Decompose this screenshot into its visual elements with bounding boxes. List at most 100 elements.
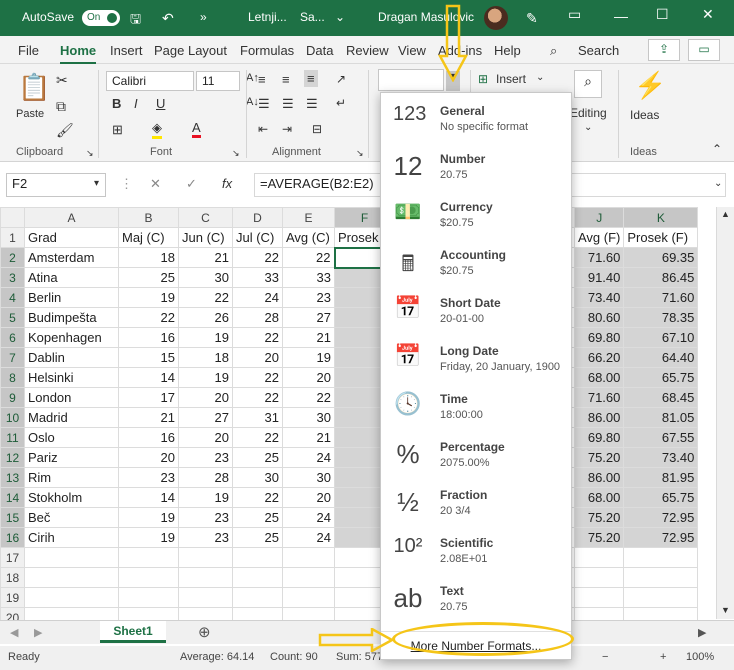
cell[interactable]: 24: [282, 527, 335, 548]
prev-sheet-icon[interactable]: ◀: [10, 626, 18, 639]
collapse-ribbon-icon[interactable]: ⌃: [712, 142, 722, 156]
minimize-icon[interactable]: —: [614, 8, 628, 24]
cell[interactable]: 19: [118, 287, 179, 308]
col-header-c[interactable]: C: [178, 207, 233, 228]
cell[interactable]: 73.40: [573, 287, 625, 308]
cell[interactable]: [623, 567, 699, 588]
row-header[interactable]: 4: [0, 287, 25, 308]
cell[interactable]: 81.95: [623, 467, 699, 488]
align-left-icon[interactable]: ☰: [258, 96, 270, 112]
tab-review[interactable]: Review: [346, 43, 389, 58]
cell[interactable]: [282, 547, 335, 568]
cell[interactable]: 14: [118, 487, 179, 508]
cell[interactable]: [118, 587, 179, 608]
vertical-scrollbar[interactable]: ▲ ▼: [716, 207, 734, 619]
row-header[interactable]: 15: [0, 507, 25, 528]
font-launcher-icon[interactable]: ↘: [232, 148, 240, 159]
col-header-j[interactable]: J: [573, 207, 625, 228]
row-header[interactable]: 16: [0, 527, 25, 548]
increase-indent-icon[interactable]: ⇥: [282, 122, 292, 136]
cell[interactable]: 28: [232, 307, 283, 328]
cell[interactable]: 16: [118, 327, 179, 348]
col-header-b[interactable]: B: [118, 207, 179, 228]
cell[interactable]: 23: [178, 507, 233, 528]
cell[interactable]: 20: [178, 427, 233, 448]
cell[interactable]: 19: [118, 507, 179, 528]
fill-color-icon[interactable]: ◈: [152, 120, 162, 139]
row-header[interactable]: 11: [0, 427, 25, 448]
tab-page-layout[interactable]: Page Layout: [154, 43, 227, 58]
cell[interactable]: 25: [118, 267, 179, 288]
scroll-down-icon[interactable]: ▼: [721, 605, 730, 615]
row-header[interactable]: 9: [0, 387, 25, 408]
cell[interactable]: 86.00: [573, 467, 625, 488]
cell[interactable]: Cirih: [24, 527, 119, 548]
cell[interactable]: [573, 547, 625, 568]
orientation-icon[interactable]: ↗: [336, 72, 346, 86]
font-size-box[interactable]: 11: [196, 71, 240, 91]
row-header[interactable]: 7: [0, 347, 25, 368]
align-bottom-icon[interactable]: ≡: [304, 70, 318, 87]
cell[interactable]: [178, 587, 233, 608]
col-header-e[interactable]: E: [282, 207, 335, 228]
cell[interactable]: Stokholm: [24, 487, 119, 508]
cell[interactable]: 15: [118, 347, 179, 368]
cell[interactable]: [623, 547, 699, 568]
cell[interactable]: Beč: [24, 507, 119, 528]
name-box[interactable]: F2: [6, 173, 106, 197]
cell[interactable]: [178, 547, 233, 568]
increase-font-icon[interactable]: A↑: [246, 72, 259, 84]
cell[interactable]: [573, 587, 625, 608]
cell[interactable]: Kopenhagen: [24, 327, 119, 348]
cell[interactable]: Madrid: [24, 407, 119, 428]
name-box-dropdown-icon[interactable]: ▾: [94, 178, 99, 189]
cell[interactable]: 69.80: [573, 427, 625, 448]
hscroll-right-icon[interactable]: ▶: [698, 626, 706, 639]
format-option-percentage[interactable]: % Percentage 2075.00%: [381, 431, 571, 479]
cell[interactable]: 22: [232, 367, 283, 388]
alignment-launcher-icon[interactable]: ↘: [356, 148, 364, 159]
new-sheet-icon[interactable]: ⊕: [198, 623, 211, 641]
cell[interactable]: 21: [178, 247, 233, 268]
cell[interactable]: [573, 567, 625, 588]
expand-formula-icon[interactable]: ⌄: [714, 178, 722, 189]
title-dropdown-icon[interactable]: ⌄: [335, 10, 345, 24]
cell[interactable]: 86.45: [623, 267, 699, 288]
cell[interactable]: 75.20: [573, 507, 625, 528]
insert-cells-icon[interactable]: ⊞: [478, 72, 488, 86]
cell[interactable]: 71.60: [573, 387, 625, 408]
tab-file[interactable]: File: [18, 43, 39, 58]
cell[interactable]: 81.05: [623, 407, 699, 428]
cell[interactable]: 24: [282, 447, 335, 468]
cell[interactable]: 14: [118, 367, 179, 388]
cell[interactable]: Budimpešta: [24, 307, 119, 328]
cell[interactable]: 23: [282, 287, 335, 308]
cell[interactable]: 22: [178, 287, 233, 308]
cell[interactable]: 73.40: [623, 447, 699, 468]
cell[interactable]: 24: [232, 287, 283, 308]
align-middle-icon[interactable]: ≡: [282, 72, 290, 87]
cell[interactable]: 19: [178, 327, 233, 348]
clipboard-launcher-icon[interactable]: ↘: [86, 148, 94, 159]
cell[interactable]: [24, 567, 119, 588]
cell[interactable]: 80.60: [573, 307, 625, 328]
font-name-box[interactable]: Calibri: [106, 71, 194, 91]
cell[interactable]: 27: [178, 407, 233, 428]
cell[interactable]: 22: [282, 387, 335, 408]
cell[interactable]: London: [24, 387, 119, 408]
cell[interactable]: Helsinki: [24, 367, 119, 388]
format-option-short-date[interactable]: 📅 Short Date 20-01-00: [381, 287, 571, 335]
cell[interactable]: Maj (C): [118, 227, 179, 248]
cut-icon[interactable]: ✂: [56, 72, 68, 89]
editing-button[interactable]: Editing: [570, 106, 607, 120]
cell[interactable]: 67.10: [623, 327, 699, 348]
cell[interactable]: 64.40: [623, 347, 699, 368]
tab-formulas[interactable]: Formulas: [240, 43, 294, 58]
format-option-currency[interactable]: 💵 Currency $20.75: [381, 191, 571, 239]
align-center-icon[interactable]: ☰: [282, 96, 294, 112]
cell[interactable]: 20: [232, 347, 283, 368]
underline-button[interactable]: U: [156, 96, 165, 111]
row-header[interactable]: 19: [0, 587, 25, 608]
row-header[interactable]: 8: [0, 367, 25, 388]
cell[interactable]: 23: [178, 527, 233, 548]
